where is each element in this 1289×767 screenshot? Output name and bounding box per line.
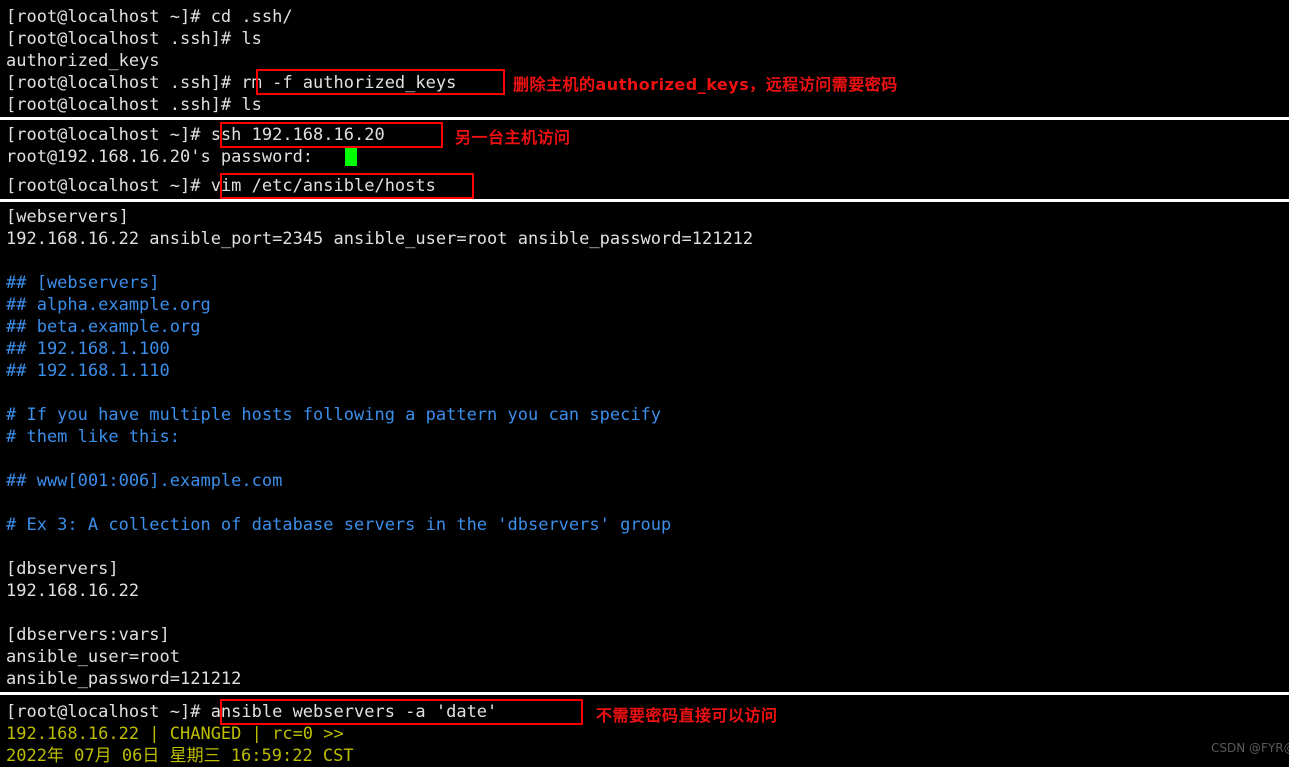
hosts-line: ## [webservers] (6, 273, 160, 293)
terminal-line: [root@localhost .ssh]# ls (6, 29, 262, 49)
annotation-delete-keys: 删除主机的authorized_keys，远程访问需要密码 (513, 75, 898, 94)
terminal-line-rm-command: [root@localhost .ssh]# rm -f authorized_… (6, 73, 457, 93)
hosts-line: ## 192.168.1.110 (6, 361, 170, 381)
hosts-line: # If you have multiple hosts following a… (6, 405, 662, 425)
terminal-line: authorized_keys (6, 51, 160, 71)
terminal-line-vim-command: [root@localhost ~]# vim /etc/ansible/hos… (6, 176, 436, 196)
hosts-line: ## 192.168.1.100 (6, 339, 170, 359)
hosts-line: ## beta.example.org (6, 317, 201, 337)
hosts-line: ## www[001:006].example.com (6, 471, 283, 491)
section-separator-2 (0, 199, 1289, 202)
terminal-line-password-prompt: root@192.168.16.20's password: (6, 147, 324, 167)
hosts-line: ansible_password=121212 (6, 669, 242, 689)
terminal-output-date: 2022年 07月 06日 星期三 16:59:22 CST (6, 746, 354, 766)
annotation-other-host: 另一台主机访问 (455, 128, 571, 147)
hosts-line: # them like this: (6, 427, 180, 447)
hosts-line: ## alpha.example.org (6, 295, 211, 315)
terminal-line-ansible-command: [root@localhost ~]# ansible webservers -… (6, 702, 498, 722)
hosts-line: 192.168.16.22 ansible_port=2345 ansible_… (6, 229, 754, 249)
hosts-line: [dbservers:vars] (6, 625, 170, 645)
terminal-line: [root@localhost .ssh]# ls (6, 95, 262, 115)
hosts-line: [webservers] (6, 207, 129, 227)
terminal-screen: [root@localhost ~]# cd .ssh/ [root@local… (0, 0, 1289, 766)
terminal-line-ssh-command: [root@localhost ~]# ssh 192.168.16.20 (6, 125, 385, 145)
csdn-watermark: CSDN @FYR@ (1211, 741, 1289, 755)
terminal-line: [root@localhost ~]# cd .ssh/ (6, 7, 293, 27)
section-separator-3 (0, 692, 1289, 695)
hosts-line: # Ex 3: A collection of database servers… (6, 515, 672, 535)
hosts-line: [dbservers] (6, 559, 119, 579)
text-cursor (345, 147, 357, 166)
hosts-line: 192.168.16.22 (6, 581, 140, 601)
hosts-line: ansible_user=root (6, 647, 180, 667)
section-separator-1 (0, 117, 1289, 120)
terminal-output-status: 192.168.16.22 | CHANGED | rc=0 >> (6, 724, 344, 744)
annotation-no-password: 不需要密码直接可以访问 (596, 706, 778, 725)
